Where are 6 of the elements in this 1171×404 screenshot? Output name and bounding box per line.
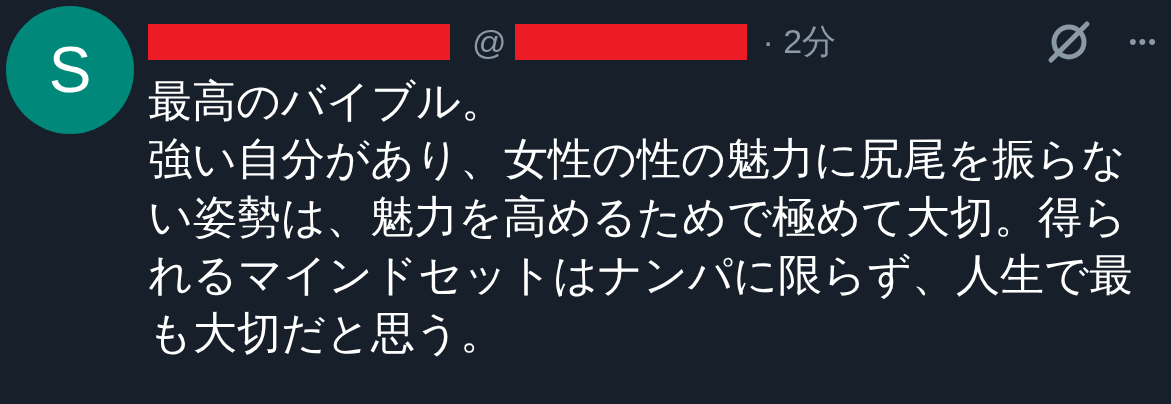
- avatar[interactable]: S: [6, 6, 134, 134]
- more-button[interactable]: •••: [1128, 29, 1158, 55]
- post-text: 最高のバイブル。: [148, 74, 506, 128]
- post-time: · 2分: [762, 21, 837, 62]
- post-text: 強い自分があり、女性の性の魅力に尻尾を振らない姿勢は、魅力を高めるためで極めて大切。得られるマインドセットはナンパに限らず、人生で最も大切だと思う。: [148, 132, 1134, 360]
- handle-prefix: @: [472, 22, 507, 62]
